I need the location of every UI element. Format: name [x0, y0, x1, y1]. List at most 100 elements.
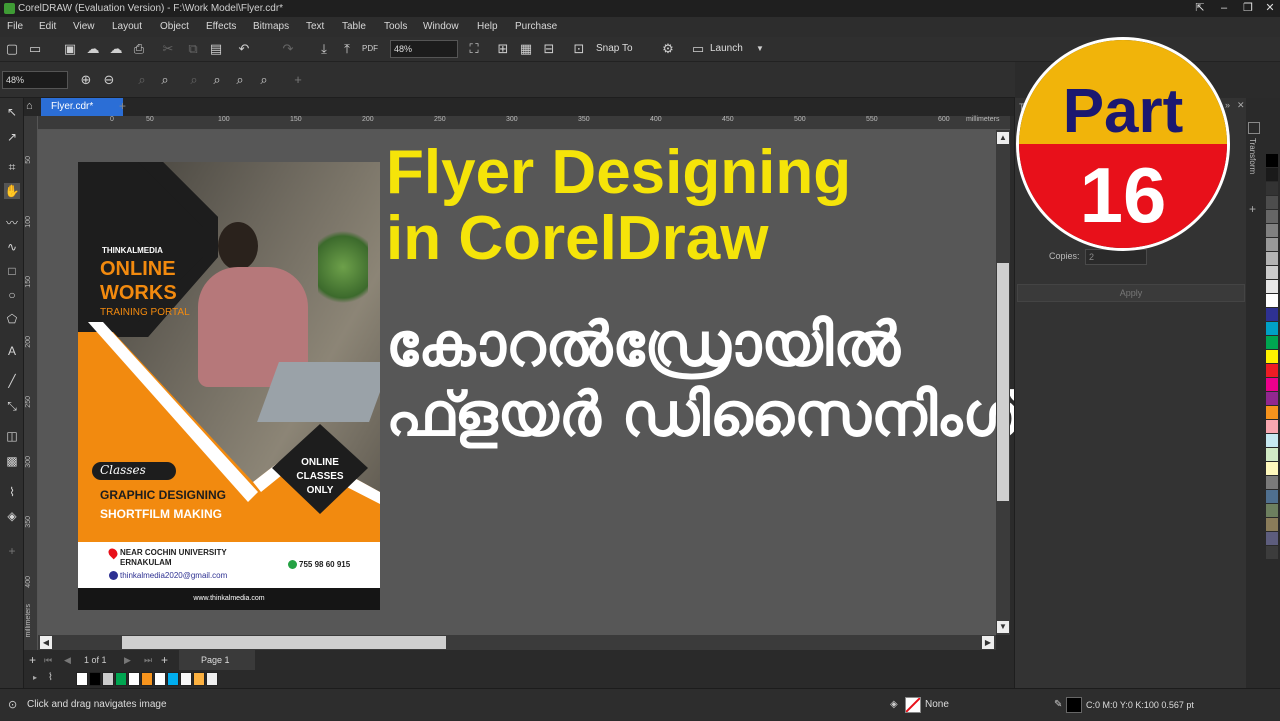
- polygon-tool-icon[interactable]: ⬠: [4, 311, 20, 327]
- palette-swatch[interactable]: [141, 672, 153, 686]
- save-icon[interactable]: ▣: [62, 41, 78, 57]
- docker-close-icon[interactable]: ✕: [1237, 100, 1245, 111]
- palette-swatch[interactable]: [193, 672, 205, 686]
- palette-swatch[interactable]: [1266, 210, 1278, 223]
- palette-swatch[interactable]: [115, 672, 127, 686]
- menu-layout[interactable]: Layout: [112, 17, 142, 37]
- palette-swatch[interactable]: [1266, 420, 1278, 433]
- transparency-tool-icon[interactable]: ▩: [4, 453, 20, 469]
- palette-swatch[interactable]: [89, 672, 101, 686]
- palette-swatch[interactable]: [1266, 196, 1278, 209]
- menu-purchase[interactable]: Purchase: [515, 17, 557, 37]
- document-tab[interactable]: Flyer.cdr*: [41, 98, 123, 116]
- palette-swatch[interactable]: [1266, 546, 1278, 559]
- palette-swatch[interactable]: [1266, 378, 1278, 391]
- palette-swatch[interactable]: [1266, 434, 1278, 447]
- horizontal-scroll-thumb[interactable]: [122, 636, 446, 649]
- add-icon[interactable]: +: [290, 72, 306, 88]
- palette-swatch[interactable]: [1266, 308, 1278, 321]
- cut-icon[interactable]: ✂: [160, 41, 176, 57]
- crop-tool-icon[interactable]: ⌗: [4, 159, 20, 175]
- shape-tool-icon[interactable]: ↗: [4, 129, 20, 145]
- minimize-button[interactable]: –: [1212, 0, 1236, 17]
- palette-swatch[interactable]: [1266, 476, 1278, 489]
- apply-button[interactable]: Apply: [1017, 284, 1245, 302]
- outline-pen-icon[interactable]: ✎: [1054, 689, 1062, 721]
- palette-swatch[interactable]: [1266, 238, 1278, 251]
- palette-swatch[interactable]: [102, 672, 114, 686]
- zoom-all-objects-icon[interactable]: ⌕: [157, 72, 173, 88]
- horizontal-scrollbar[interactable]: ◀ ▶: [38, 635, 996, 650]
- scroll-right-icon[interactable]: ▶: [982, 636, 994, 649]
- publish-pdf-icon[interactable]: PDF: [362, 41, 378, 57]
- new-tab-icon[interactable]: +: [119, 99, 126, 113]
- outline-color-swatch[interactable]: [1066, 697, 1082, 713]
- chevron-down-icon[interactable]: ▼: [752, 41, 768, 57]
- docker-tab-icon[interactable]: [1248, 122, 1260, 134]
- eyedropper-icon[interactable]: ⌇: [48, 672, 53, 683]
- palette-swatch[interactable]: [1266, 504, 1278, 517]
- cloud-upload-icon[interactable]: ☁: [85, 41, 101, 57]
- palette-swatch[interactable]: [1266, 490, 1278, 503]
- show-grid-icon[interactable]: ▦: [518, 41, 534, 57]
- show-guidelines-icon[interactable]: ⊟: [541, 41, 557, 57]
- show-rulers-icon[interactable]: ⊞: [495, 41, 511, 57]
- cloud-download-icon[interactable]: ☁: [108, 41, 124, 57]
- menu-bitmaps[interactable]: Bitmaps: [253, 17, 289, 37]
- first-page-icon[interactable]: ⏮: [44, 650, 52, 670]
- zoom-page-icon[interactable]: ⌕: [186, 72, 202, 88]
- eyedropper-tool-icon[interactable]: ⌇: [4, 484, 20, 500]
- pan-tool-icon[interactable]: ✋: [4, 183, 20, 199]
- menu-window[interactable]: Window: [423, 17, 459, 37]
- palette-swatch[interactable]: [1266, 406, 1278, 419]
- close-button[interactable]: ✕: [1258, 0, 1280, 17]
- next-page-icon[interactable]: ▶: [124, 650, 131, 670]
- drop-shadow-tool-icon[interactable]: ◫: [4, 428, 20, 444]
- copies-input[interactable]: 2: [1085, 249, 1147, 265]
- palette-swatch[interactable]: [1266, 168, 1278, 181]
- add-page-icon[interactable]: +: [29, 650, 36, 670]
- palette-swatch[interactable]: [1266, 322, 1278, 335]
- palette-swatch[interactable]: [206, 672, 218, 686]
- ellipse-tool-icon[interactable]: ○: [4, 287, 20, 303]
- interactive-fill-icon[interactable]: ◈: [4, 508, 20, 524]
- full-screen-icon[interactable]: ⛶: [466, 41, 482, 57]
- prev-page-icon[interactable]: ◀: [64, 650, 71, 670]
- menu-effects[interactable]: Effects: [206, 17, 236, 37]
- menu-view[interactable]: View: [73, 17, 95, 37]
- palette-swatch[interactable]: [1266, 182, 1278, 195]
- home-icon[interactable]: ⌂: [26, 100, 39, 113]
- palette-swatch[interactable]: [1266, 224, 1278, 237]
- dimension-tool-icon[interactable]: ╱: [4, 373, 20, 389]
- menu-text[interactable]: Text: [306, 17, 324, 37]
- palette-swatch[interactable]: [1266, 518, 1278, 531]
- snap-to-dropdown[interactable]: Snap To: [596, 41, 633, 57]
- print-icon[interactable]: ⎙: [131, 41, 147, 57]
- freehand-tool-icon[interactable]: 〰: [4, 215, 20, 231]
- zoom-out-icon[interactable]: ⊖: [101, 72, 117, 88]
- palette-swatch[interactable]: [1266, 350, 1278, 363]
- menu-help[interactable]: Help: [477, 17, 498, 37]
- fill-icon[interactable]: ◈: [890, 689, 898, 721]
- import-icon[interactable]: ⤓: [316, 41, 332, 57]
- palette-swatch[interactable]: [76, 672, 88, 686]
- palette-swatch[interactable]: [1266, 462, 1278, 475]
- palette-swatch[interactable]: [1266, 532, 1278, 545]
- palette-swatch[interactable]: [167, 672, 179, 686]
- palette-swatch[interactable]: [1266, 294, 1278, 307]
- options-gear-icon[interactable]: ⚙: [660, 41, 676, 57]
- open-folder-icon[interactable]: ▭: [27, 41, 43, 57]
- minimize-to-tray-icon[interactable]: ⇱: [1188, 0, 1212, 17]
- palette-swatch[interactable]: [1266, 252, 1278, 265]
- palette-swatch[interactable]: [1266, 364, 1278, 377]
- undo-icon[interactable]: ↶: [236, 41, 252, 57]
- add-docker-icon[interactable]: +: [1249, 202, 1256, 216]
- palette-swatch[interactable]: [154, 672, 166, 686]
- vertical-ruler[interactable]: 50 100 150 200 250 300 350 400 millimete…: [24, 116, 38, 650]
- zoom-page-width-icon[interactable]: ⌕: [209, 72, 225, 88]
- flyer-artwork[interactable]: THINKALMEDIA ONLINE WORKS TRAINING PORTA…: [78, 162, 380, 610]
- paste-icon[interactable]: ▤: [208, 41, 224, 57]
- palette-swatch[interactable]: [1266, 280, 1278, 293]
- palette-swatch[interactable]: [1266, 392, 1278, 405]
- palette-swatch[interactable]: [1266, 266, 1278, 279]
